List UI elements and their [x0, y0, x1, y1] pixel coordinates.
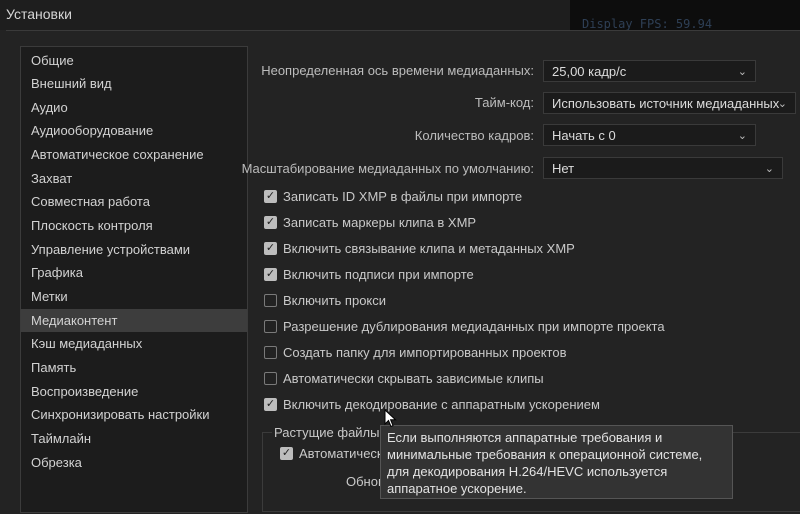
- timecode-value: Использовать источник медиаданных: [552, 96, 780, 111]
- sidebar-item-appearance[interactable]: Внешний вид: [21, 72, 247, 95]
- checkbox[interactable]: ✓: [264, 216, 277, 229]
- timebase-value: 25,00 кадр/с: [552, 64, 627, 79]
- checkbox-label: Записать ID XMP в файлы при импорте: [283, 189, 523, 204]
- checkbox-label: Включить декодирование с аппаратным уско…: [283, 397, 600, 412]
- sidebar-item-trim[interactable]: Обрезка: [21, 451, 247, 474]
- background-text: Display FPS: 59.94: [582, 17, 713, 30]
- tooltip: Если выполняются аппаратные требования и…: [380, 425, 733, 499]
- sidebar-item-auto-save[interactable]: Автоматическое сохранение: [21, 143, 247, 166]
- sidebar-item-general[interactable]: Общие: [21, 49, 247, 72]
- background-window-strip: Display FPS: 59.94: [570, 0, 800, 30]
- sidebar-item-playback[interactable]: Воспроизведение: [21, 380, 247, 403]
- sidebar-item-collaboration[interactable]: Совместная работа: [21, 190, 247, 213]
- sidebar-item-memory[interactable]: Память: [21, 356, 247, 379]
- sidebar-item-audio[interactable]: Аудио: [21, 96, 247, 119]
- checkbox-label: Разрешение дублирования медиаданных при …: [283, 319, 665, 334]
- chevron-down-icon: ⌄: [737, 130, 747, 142]
- sidebar-item-sync-settings[interactable]: Синхронизировать настройки: [21, 403, 247, 426]
- sidebar-item-device-control[interactable]: Управление устройствами: [21, 238, 247, 261]
- sidebar-item-audio-hardware[interactable]: Аудиооборудование: [21, 119, 247, 142]
- chevron-down-icon: ⌄: [737, 66, 747, 78]
- frame-count-value: Начать с 0: [552, 128, 616, 143]
- checkbox-label: Автоматически скрывать зависимые клипы: [283, 371, 544, 386]
- sidebar-item-labels[interactable]: Метки: [21, 285, 247, 308]
- checkbox[interactable]: ✓: [264, 242, 277, 255]
- checkbox-label: Автоматически: [299, 446, 390, 461]
- checkbox[interactable]: [264, 294, 277, 307]
- checkbox[interactable]: ✓: [264, 190, 277, 203]
- growing-files-title: Растущие файлы: [272, 425, 382, 440]
- sidebar-item-media[interactable]: Медиаконтент: [21, 309, 247, 332]
- preferences-sidebar: Общие Внешний вид Аудио Аудиооборудовани…: [20, 46, 248, 513]
- checkbox[interactable]: [264, 346, 277, 359]
- checkbox[interactable]: [264, 372, 277, 385]
- scaling-value: Нет: [552, 161, 575, 176]
- timebase-select[interactable]: 25,00 кадр/с ⌄: [543, 60, 756, 82]
- checkbox[interactable]: ✓: [280, 447, 293, 460]
- window-title: Установки: [6, 6, 72, 22]
- timebase-label: Неопределенная ось времени медиаданных:: [261, 63, 534, 78]
- checkbox-label: Создать папку для импортированных проект…: [283, 345, 567, 360]
- timecode-select[interactable]: Использовать источник медиаданных ⌄: [543, 92, 796, 114]
- mouse-cursor-icon: [384, 409, 397, 428]
- sidebar-item-media-cache[interactable]: Кэш медиаданных: [21, 332, 247, 355]
- sidebar-item-capture[interactable]: Захват: [21, 167, 247, 190]
- sidebar-item-control-surface[interactable]: Плоскость контроля: [21, 214, 247, 237]
- checkbox-label: Включить прокси: [283, 293, 387, 308]
- chevron-down-icon: ⌄: [764, 163, 774, 175]
- checkbox-label: Включить подписи при импорте: [283, 267, 474, 282]
- checkbox-label: Записать маркеры клипа в XMP: [283, 215, 477, 230]
- frame-count-label: Количество кадров:: [414, 128, 534, 143]
- sidebar-item-graphics[interactable]: Графика: [21, 261, 247, 284]
- sidebar-item-timeline[interactable]: Таймлайн: [21, 427, 247, 450]
- chevron-down-icon: ⌄: [777, 98, 787, 110]
- checkbox[interactable]: ✓: [264, 398, 277, 411]
- scaling-label: Масштабирование медиаданных по умолчанию…: [241, 161, 534, 176]
- scaling-select[interactable]: Нет ⌄: [543, 157, 783, 179]
- checkbox-label: Включить связывание клипа и метаданных X…: [283, 241, 575, 256]
- timecode-label: Тайм-код:: [474, 95, 534, 110]
- checkbox[interactable]: [264, 320, 277, 333]
- checkbox[interactable]: ✓: [264, 268, 277, 281]
- frame-count-select[interactable]: Начать с 0 ⌄: [543, 124, 756, 146]
